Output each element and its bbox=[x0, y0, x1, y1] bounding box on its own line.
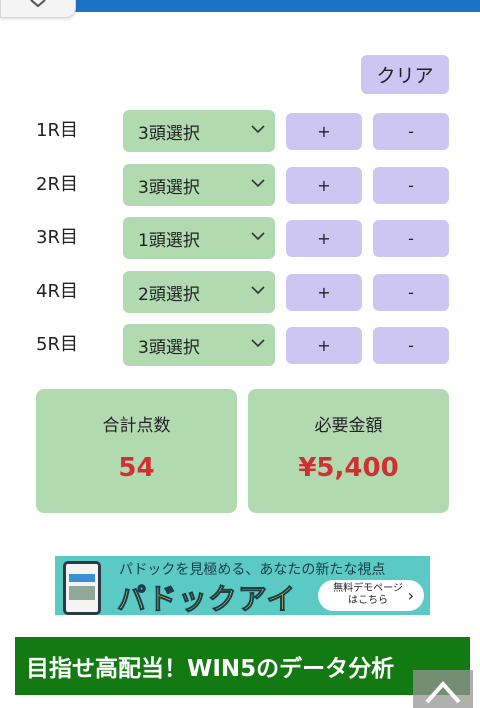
ad-logo: パドックアイ bbox=[116, 582, 297, 616]
increment-button[interactable]: + bbox=[286, 113, 362, 150]
decrement-button[interactable]: - bbox=[373, 220, 449, 257]
race-label: 5R目 bbox=[36, 334, 78, 355]
close-icon bbox=[27, 0, 49, 14]
horse-count-select[interactable]: 3頭選択 bbox=[123, 164, 275, 206]
select-value: 2頭選択 bbox=[138, 284, 200, 305]
chevron-right-icon: › bbox=[407, 586, 414, 605]
scroll-to-top-button[interactable] bbox=[413, 670, 473, 708]
total-points-card: 合計点数 54 bbox=[36, 389, 237, 513]
chevron-down-icon bbox=[251, 339, 265, 348]
chevron-down-icon bbox=[251, 286, 265, 295]
horse-count-select[interactable]: 3頭選択 bbox=[123, 324, 275, 366]
horse-count-select[interactable]: 3頭選択 bbox=[123, 110, 275, 152]
race-label: 3R目 bbox=[36, 227, 78, 248]
race-row-5: 5R目 3頭選択 + - bbox=[0, 324, 480, 366]
increment-button[interactable]: + bbox=[286, 327, 362, 364]
increment-button[interactable]: + bbox=[286, 220, 362, 257]
race-label: 2R目 bbox=[36, 174, 78, 195]
phone-illustration bbox=[63, 561, 101, 615]
required-amount-label: 必要金額 bbox=[314, 416, 383, 436]
select-value: 3頭選択 bbox=[138, 123, 200, 144]
decrement-button[interactable]: - bbox=[373, 327, 449, 364]
chevron-down-icon bbox=[251, 232, 265, 241]
decrement-button[interactable]: - bbox=[373, 113, 449, 150]
paddock-eye-ad-banner[interactable]: パドックを見極める、あなたの新たな視点 パドックアイ 無料デモページはこちら › bbox=[55, 556, 430, 615]
increment-button[interactable]: + bbox=[286, 167, 362, 204]
total-points-label: 合計点数 bbox=[102, 416, 171, 436]
race-row-4: 4R目 2頭選択 + - bbox=[0, 271, 480, 313]
required-amount-card: 必要金額 ¥5,400 bbox=[248, 389, 449, 513]
race-label: 4R目 bbox=[36, 281, 78, 302]
race-row-2: 2R目 3頭選択 + - bbox=[0, 164, 480, 206]
decrement-button[interactable]: - bbox=[373, 167, 449, 204]
decrement-button[interactable]: - bbox=[373, 274, 449, 311]
race-row-3: 3R目 1頭選択 + - bbox=[0, 217, 480, 259]
page: クリア 1R目 3頭選択 + - 2R目 3頭選択 + - 3R目 1頭選択 +… bbox=[0, 0, 480, 708]
ad-cta-label: 無料デモページはこちら bbox=[333, 583, 403, 606]
clear-button[interactable]: クリア bbox=[361, 55, 449, 94]
chevron-down-icon bbox=[251, 125, 265, 134]
section-title: 目指せ高配当！WIN5のデータ分析 bbox=[26, 656, 395, 682]
total-points-value: 54 bbox=[118, 453, 155, 483]
race-row-1: 1R目 3頭選択 + - bbox=[0, 110, 480, 152]
chevron-up-icon bbox=[425, 680, 461, 704]
horse-count-select[interactable]: 2頭選択 bbox=[123, 271, 275, 313]
chevron-down-icon bbox=[251, 179, 265, 188]
select-value: 3頭選択 bbox=[138, 337, 200, 358]
select-value: 1頭選択 bbox=[138, 230, 200, 251]
required-amount-value: ¥5,400 bbox=[298, 453, 399, 483]
race-label: 1R目 bbox=[36, 120, 78, 141]
horse-count-select[interactable]: 1頭選択 bbox=[123, 217, 275, 259]
select-value: 3頭選択 bbox=[138, 177, 200, 198]
increment-button[interactable]: + bbox=[286, 274, 362, 311]
close-button[interactable] bbox=[0, 0, 76, 18]
section-heading-banner: 目指せ高配当！WIN5のデータ分析 bbox=[15, 637, 470, 695]
ad-cta-button[interactable]: 無料デモページはこちら › bbox=[318, 580, 424, 611]
